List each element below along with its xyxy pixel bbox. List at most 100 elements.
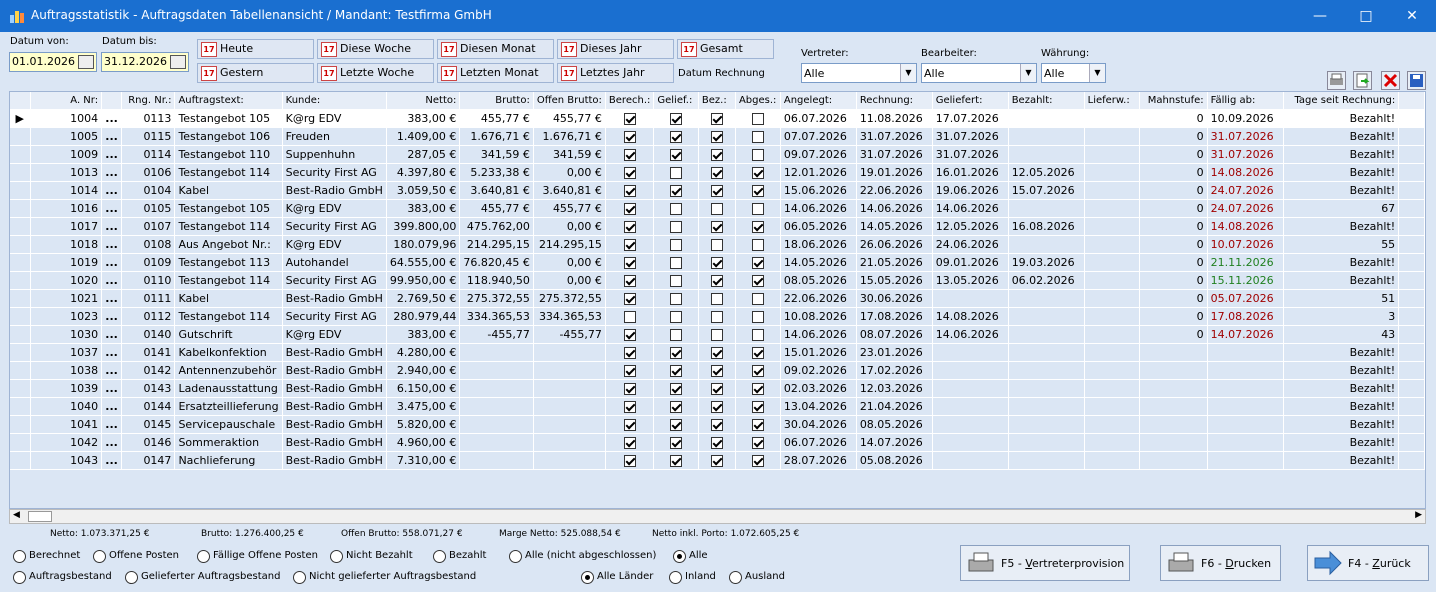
berech-checkbox[interactable] [623,328,636,341]
berech-checkbox[interactable] [623,112,636,125]
row-details-button[interactable]: ... [101,109,123,128]
col-lieferw[interactable]: Lieferw.: [1084,92,1141,110]
table-row[interactable]: 1014... 0104 Kabel Best-Radio GmbH 3.059,50 … [10,181,1425,200]
row-details-button[interactable]: ... [101,307,123,326]
row-details-button[interactable]: ... [101,397,123,416]
bearbeiter-select[interactable]: Alle ▼ [921,63,1037,83]
abges-checkbox[interactable] [751,256,764,269]
table-row[interactable]: 1018... 0108 Aus Angebot Nr.: K@rg EDV 180.0… [10,235,1425,254]
radio-nicht-bezahlt[interactable]: Nicht Bezahlt [330,550,413,563]
yesterday-button[interactable]: 17 Gestern [197,63,314,83]
table-row[interactable]: 1016... 0105 Testangebot 105 K@rg EDV 383,00… [10,199,1425,218]
row-indicator[interactable] [10,415,31,434]
scroll-right-icon[interactable]: ▶ [1415,510,1422,520]
table-row[interactable]: 1009... 0114 Testangebot 110 Suppenhuhn 287,… [10,145,1425,164]
table-row[interactable]: 1021... 0111 Kabel Best-Radio GmbH 2.769,50 … [10,289,1425,308]
berech-checkbox[interactable] [623,238,636,251]
col-faellig[interactable]: Fällig ab: [1207,92,1284,110]
print-icon[interactable] [1327,71,1346,90]
radio-alle[interactable]: Alle [673,550,708,563]
abges-checkbox[interactable] [751,112,764,125]
col-mahnstufe[interactable]: Mahnstufe: [1139,92,1208,110]
radio-nicht-gelieferter-auftragsbestand[interactable]: Nicht gelieferter Auftragsbestand [293,571,476,584]
bez-checkbox[interactable] [710,382,723,395]
gelief-checkbox[interactable] [670,202,683,215]
bez-checkbox[interactable] [710,364,723,377]
row-indicator[interactable] [10,271,31,290]
berech-checkbox[interactable] [623,382,636,395]
abges-checkbox[interactable] [751,400,764,413]
abges-checkbox[interactable] [751,346,764,359]
radio-ausland[interactable]: Ausland [729,571,785,584]
scroll-thumb[interactable] [28,511,52,522]
col-bezahlt[interactable]: Bezahlt: [1008,92,1085,110]
berech-checkbox[interactable] [623,364,636,377]
row-details-button[interactable]: ... [101,235,123,254]
col-bez[interactable]: Bez.: [698,92,736,110]
radio-auftragsbestand[interactable]: Auftragsbestand [13,571,112,584]
all-time-button[interactable]: 17 Gesamt [677,39,774,59]
bez-checkbox[interactable] [710,166,723,179]
gelief-checkbox[interactable] [670,346,683,359]
date-to-field[interactable]: 31.12.2026 [101,52,189,72]
vertreter-select[interactable]: Alle ▼ [801,63,917,83]
row-details-button[interactable]: ... [101,181,123,200]
row-details-button[interactable]: ... [101,379,123,398]
abges-checkbox[interactable] [751,184,764,197]
abges-checkbox[interactable] [751,292,764,305]
row-details-button[interactable]: ... [101,325,123,344]
back-button[interactable]: F4 - Zurück [1307,545,1429,581]
last-month-button[interactable]: 17 Letzten Monat [437,63,554,83]
gelief-checkbox[interactable] [670,130,683,143]
row-indicator[interactable]: ▶ [10,109,31,128]
bez-checkbox[interactable] [710,328,723,341]
berech-checkbox[interactable] [623,400,636,413]
gelief-checkbox[interactable] [670,220,683,233]
row-indicator[interactable] [10,181,31,200]
col-anr[interactable]: A. Nr: [30,92,103,110]
col-text[interactable]: Auftragstext: [174,92,283,110]
row-details-button[interactable]: ... [101,199,123,218]
row-indicator[interactable] [10,433,31,452]
bez-checkbox[interactable] [710,346,723,359]
bez-checkbox[interactable] [710,148,723,161]
row-indicator[interactable] [10,163,31,182]
abges-checkbox[interactable] [751,166,764,179]
abges-checkbox[interactable] [751,310,764,323]
abges-checkbox[interactable] [751,274,764,287]
col-angelegt[interactable]: Angelegt: [780,92,857,110]
berech-checkbox[interactable] [623,310,636,323]
close-icon[interactable]: ✕ [1389,0,1435,32]
table-row[interactable]: 1005... 0115 Testangebot 106 Freuden 1.409,0… [10,127,1425,146]
table-row[interactable]: 1030... 0140 Gutschrift K@rg EDV 383,00 € -45… [10,325,1425,344]
berech-checkbox[interactable] [623,130,636,143]
this-week-button[interactable]: 17 Diese Woche [317,39,434,59]
delete-icon[interactable] [1381,71,1400,90]
radio-bezahlt[interactable]: Bezahlt [433,550,486,563]
berech-checkbox[interactable] [623,220,636,233]
berech-checkbox[interactable] [623,418,636,431]
row-indicator[interactable] [10,343,31,362]
row-details-button[interactable]: ... [101,217,123,236]
abges-checkbox[interactable] [751,364,764,377]
bez-checkbox[interactable] [710,292,723,305]
waehrung-select[interactable]: Alle ▼ [1041,63,1106,83]
table-row[interactable]: 1040... 0144 Ersatzteillieferung Best-Radio… [10,397,1425,416]
abges-checkbox[interactable] [751,454,764,467]
row-indicator[interactable] [10,253,31,272]
bez-checkbox[interactable] [710,436,723,449]
abges-checkbox[interactable] [751,202,764,215]
vertreterprovision-button[interactable]: F5 - Vertreterprovision [960,545,1130,581]
row-indicator[interactable] [10,199,31,218]
gelief-checkbox[interactable] [670,400,683,413]
abges-checkbox[interactable] [751,382,764,395]
date-from-field[interactable]: 01.01.2026 [9,52,97,72]
berech-checkbox[interactable] [623,274,636,287]
table-row[interactable]: 1043... 0147 Nachlieferung Best-Radio GmbH 7… [10,451,1425,470]
col-kunde[interactable]: Kunde: [282,92,387,110]
gelief-checkbox[interactable] [670,364,683,377]
gelief-checkbox[interactable] [670,382,683,395]
table-row[interactable]: 1023... 0112 Testangebot 114 Security First… [10,307,1425,326]
bez-checkbox[interactable] [710,310,723,323]
col-offen[interactable]: Offen Brutto: [533,92,606,110]
